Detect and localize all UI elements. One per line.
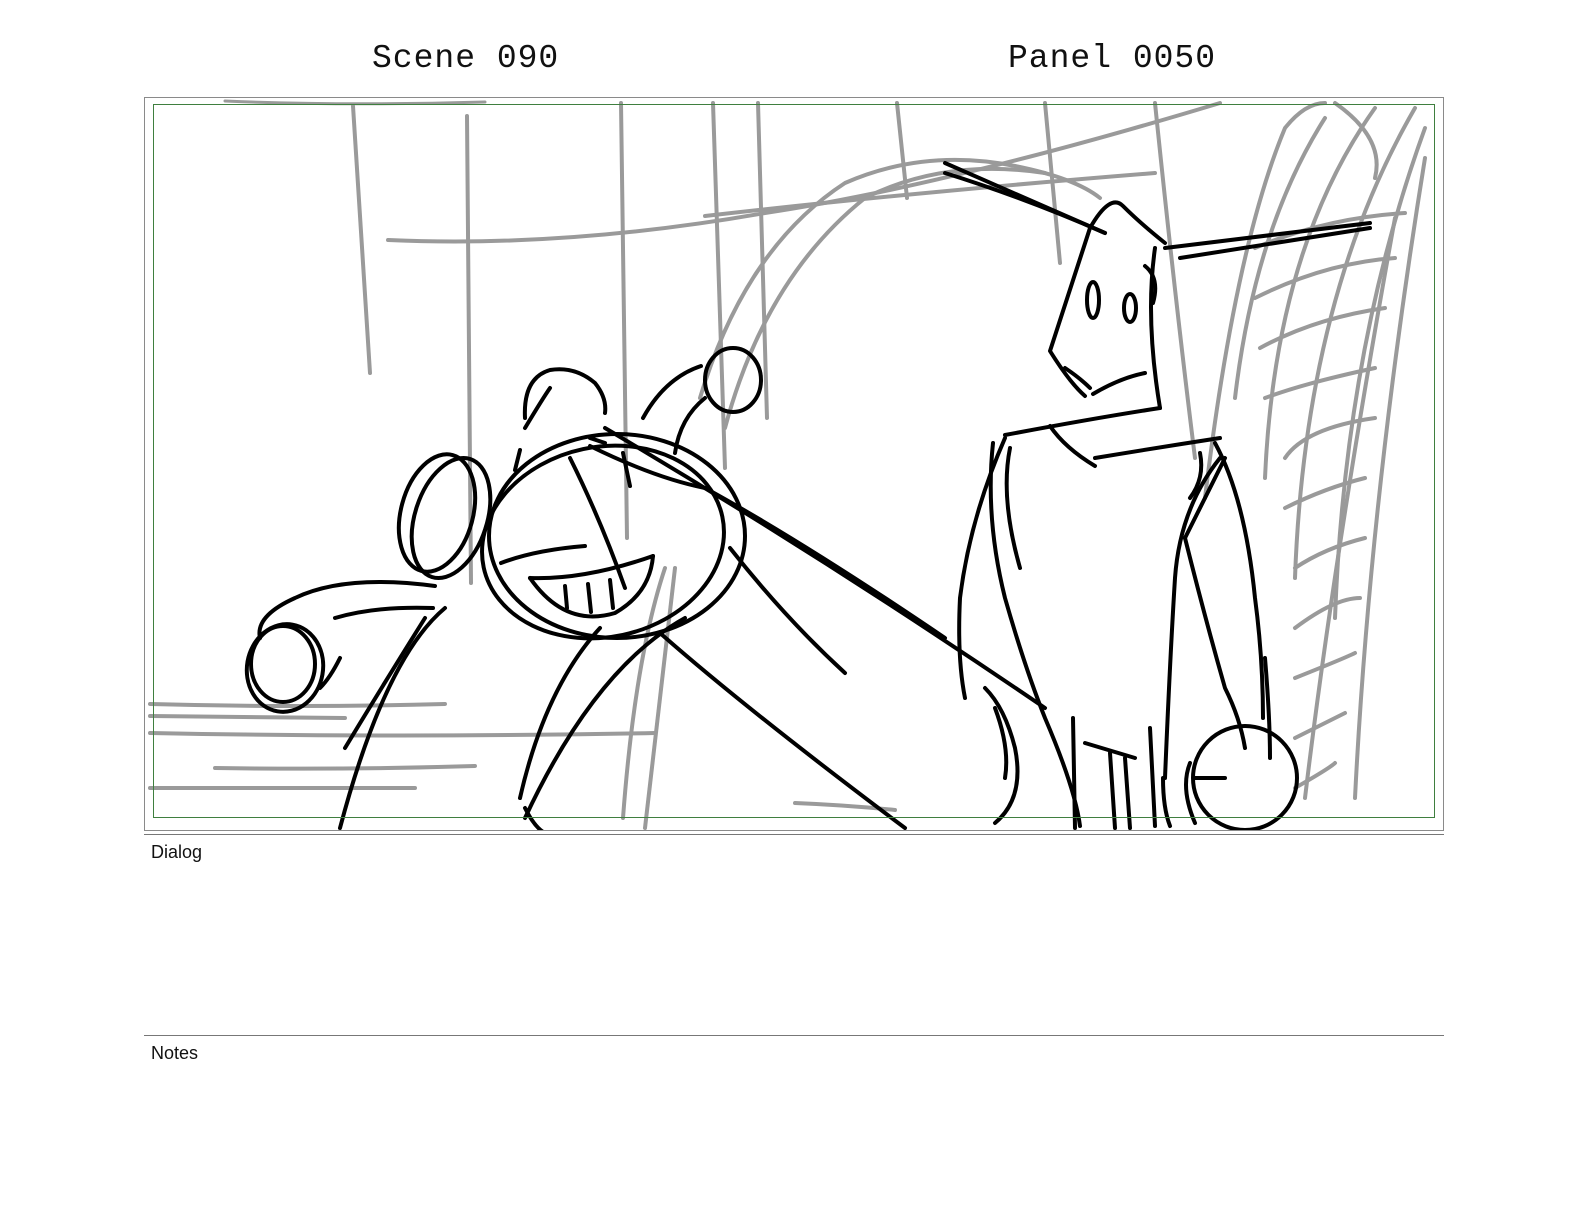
notes-text — [151, 1067, 1441, 1207]
dialog-divider — [144, 834, 1444, 835]
scene-number: Scene 090 — [372, 40, 560, 77]
background-sketch — [148, 99, 1427, 830]
dialog-text — [151, 866, 1441, 1026]
panel-number: Panel 0050 — [1008, 40, 1217, 77]
dialog-label: Dialog — [151, 842, 203, 862]
notes-label: Notes — [151, 1043, 199, 1063]
character-sketch — [244, 161, 1372, 830]
panel-sketch — [148, 99, 1427, 830]
notes-divider — [144, 1035, 1444, 1036]
storyboard-panel — [144, 97, 1444, 831]
